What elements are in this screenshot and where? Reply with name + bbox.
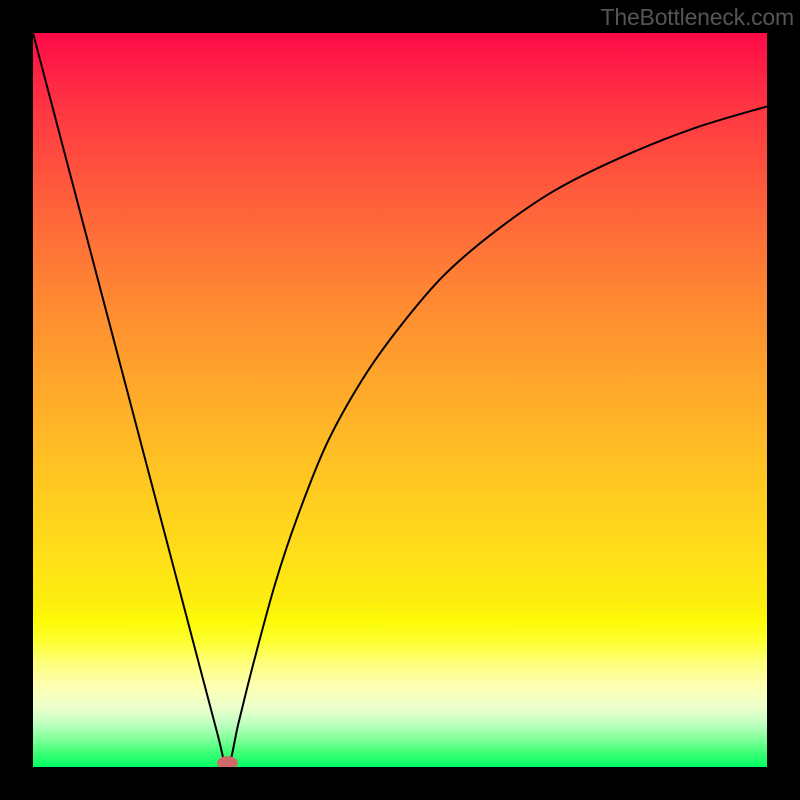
gradient-background [33, 33, 767, 767]
watermark-text: TheBottleneck.com [601, 4, 794, 31]
plot-area [33, 33, 767, 767]
chart-frame: TheBottleneck.com [0, 0, 800, 800]
